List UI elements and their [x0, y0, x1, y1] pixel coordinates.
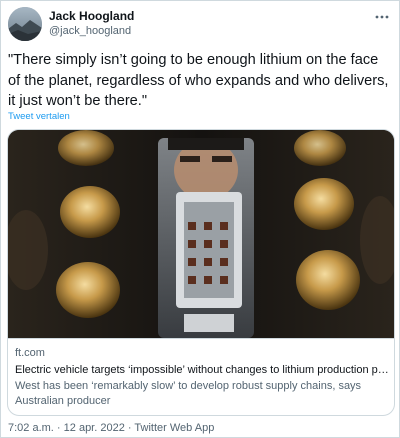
tweet-date[interactable]: 12 apr. 2022: [64, 422, 125, 434]
avatar[interactable]: [8, 7, 42, 41]
battery-cells-photo: [8, 130, 394, 338]
author-handle[interactable]: @jack_hoogland: [49, 24, 134, 39]
more-options-button[interactable]: [374, 9, 390, 25]
translate-tweet-link[interactable]: Tweet vertalen: [8, 111, 70, 122]
author-block: Jack Hoogland @jack_hoogland: [49, 8, 134, 39]
tweet-text: "There simply isn’t going to be enough l…: [8, 52, 389, 109]
separator: ·: [127, 422, 132, 434]
card-domain: ft.com: [15, 347, 45, 359]
tweet-frame: Jack Hoogland @jack_hoogland "There simp…: [0, 0, 400, 438]
card-image: [8, 130, 394, 338]
link-card[interactable]: ft.com Electric vehicle targets ‘impossi…: [7, 129, 395, 416]
tweet-time[interactable]: 7:02 a.m.: [8, 422, 54, 434]
avatar-photo-icon: [8, 7, 42, 41]
more-icon: [375, 15, 389, 19]
card-description: West has been ‘remarkably slow’ to devel…: [15, 380, 362, 407]
tweet-source[interactable]: Twitter Web App: [134, 422, 214, 434]
card-meta: ft.com Electric vehicle targets ‘impossi…: [8, 338, 394, 415]
author-display-name[interactable]: Jack Hoogland: [49, 8, 134, 24]
card-title: Electric vehicle targets ‘impossible’ wi…: [15, 364, 389, 376]
tweet-header: Jack Hoogland @jack_hoogland: [8, 7, 394, 43]
separator: ·: [56, 422, 61, 434]
tweet-timestamp: 7:02 a.m. · 12 apr. 2022 · Twitter Web A…: [8, 422, 214, 434]
